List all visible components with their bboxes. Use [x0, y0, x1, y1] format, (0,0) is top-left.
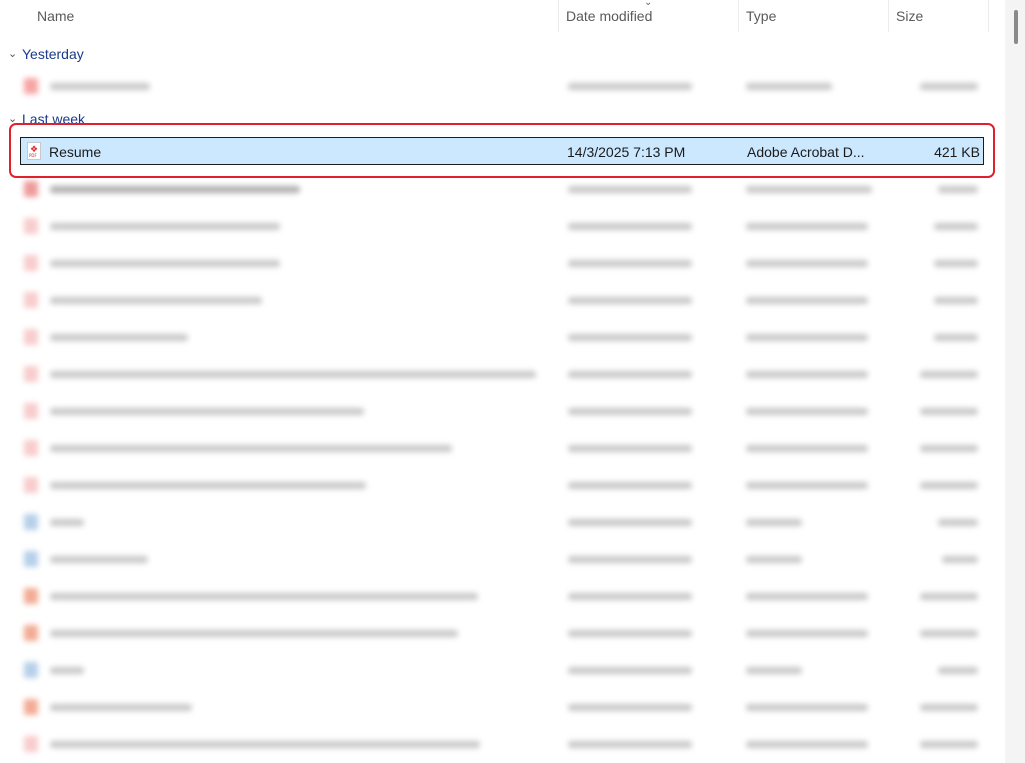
vertical-scrollbar[interactable] — [1005, 0, 1025, 763]
list-item-blurred[interactable] — [20, 584, 984, 608]
list-item-blurred[interactable] — [20, 362, 984, 386]
chevron-down-icon: ⌄ — [8, 113, 18, 125]
list-item-blurred[interactable] — [20, 399, 984, 423]
group-label: Last week — [22, 111, 86, 127]
list-item-blurred[interactable] — [20, 177, 984, 201]
column-header-size[interactable]: Size — [888, 0, 989, 32]
group-header-yesterday[interactable]: ⌄ Yesterday — [8, 43, 84, 65]
chevron-down-icon: ⌄ — [8, 48, 18, 60]
list-item-blurred[interactable] — [20, 473, 984, 497]
column-header-name[interactable]: Name — [29, 0, 559, 32]
group-header-last-week[interactable]: ⌄ Last week — [8, 108, 85, 130]
column-header-bar: Name Date modified Type Size ⌄ — [0, 0, 1004, 32]
file-explorer-list: Name Date modified Type Size ⌄ ⌄ Yesterda… — [0, 0, 1025, 763]
list-item-blurred[interactable] — [20, 251, 984, 275]
scrollbar-thumb[interactable] — [1014, 10, 1018, 44]
list-item-blurred[interactable] — [20, 695, 984, 719]
sort-descending-icon: ⌄ — [644, 0, 653, 8]
list-item-blurred[interactable] — [20, 214, 984, 238]
file-row-resume[interactable]: ❖ PDF Resume 14/3/2025 7:13 PM Adobe Acro… — [20, 137, 984, 165]
group-label: Yesterday — [22, 46, 84, 62]
list-item-blurred[interactable] — [20, 547, 984, 571]
file-type: Adobe Acrobat D... — [747, 144, 865, 160]
list-item-blurred[interactable] — [20, 510, 984, 534]
list-item-blurred[interactable] — [20, 621, 984, 645]
list-item-blurred[interactable] — [20, 658, 984, 682]
list-item-blurred[interactable] — [20, 74, 984, 98]
list-item-blurred[interactable] — [20, 732, 984, 756]
list-item-blurred[interactable] — [20, 436, 984, 460]
column-header-type[interactable]: Type — [738, 0, 889, 32]
file-name: Resume — [49, 144, 102, 160]
file-size: 421 KB — [934, 144, 980, 160]
list-item-blurred[interactable] — [20, 288, 984, 312]
list-item-blurred[interactable] — [20, 325, 984, 349]
pdf-file-icon: ❖ PDF — [25, 138, 43, 166]
file-date-modified: 14/3/2025 7:13 PM — [567, 144, 686, 160]
